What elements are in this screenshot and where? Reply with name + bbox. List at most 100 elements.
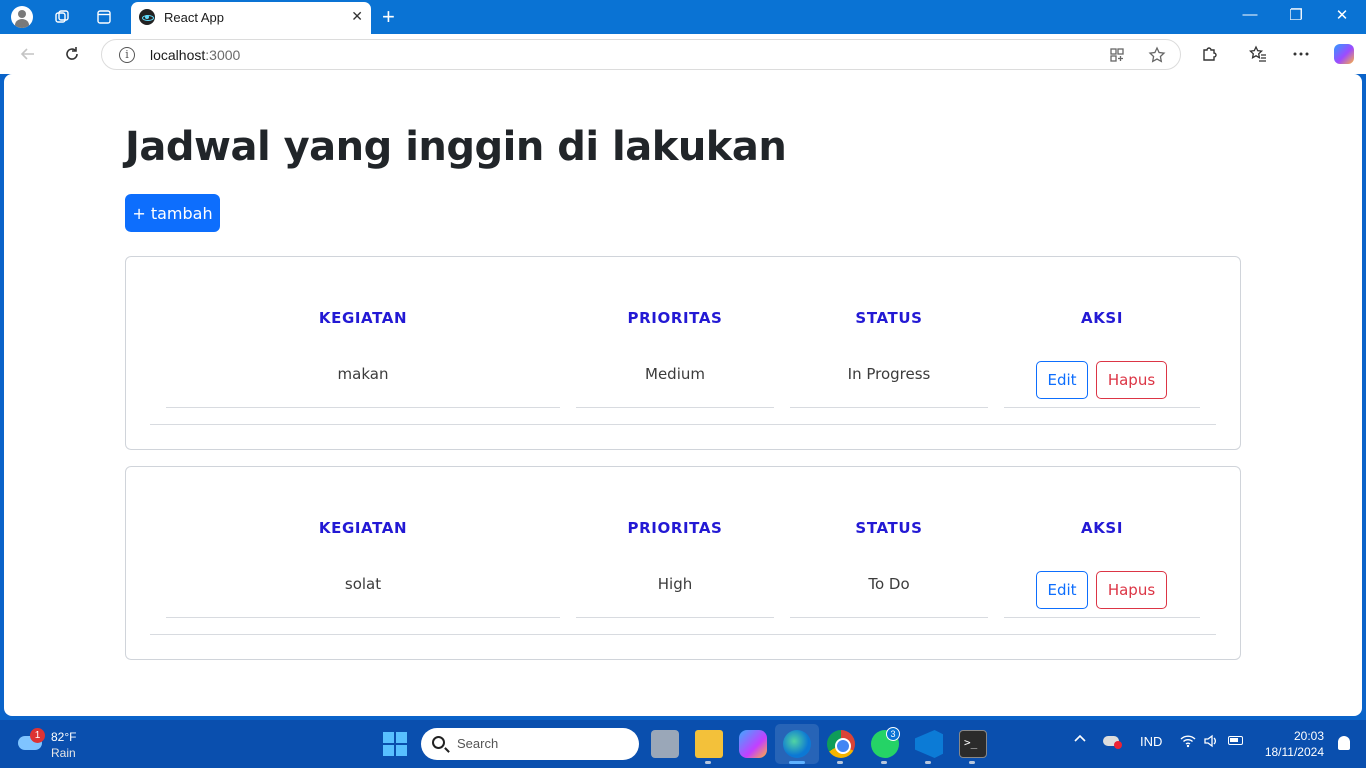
minimize-button[interactable]: — [1230, 6, 1270, 23]
navigation-bar: i localhost:3000 [0, 34, 1366, 74]
profile-icon [11, 6, 33, 28]
running-indicator [705, 761, 711, 764]
row-divider [790, 617, 988, 618]
schedule-card: KEGIATAN PRIORITAS STATUS AKSI makan Med… [125, 256, 1241, 450]
running-indicator [789, 761, 805, 764]
workspaces-button[interactable] [50, 5, 74, 29]
show-hidden-icons-button[interactable] [1073, 732, 1087, 749]
language-indicator[interactable]: IND [1140, 734, 1162, 749]
delete-button[interactable]: Hapus [1096, 571, 1167, 609]
running-indicator [837, 761, 843, 764]
edit-button[interactable]: Edit [1036, 361, 1088, 399]
weather-widget[interactable]: 1 82°F Rain [18, 728, 108, 762]
star-icon [1148, 46, 1166, 63]
weather-description: Rain [51, 746, 76, 760]
file-explorer-icon[interactable] [695, 730, 723, 758]
column-header-aksi: AKSI [1080, 519, 1124, 537]
edge-icon[interactable] [783, 730, 811, 758]
info-icon[interactable]: i [119, 47, 135, 63]
schedule-card: KEGIATAN PRIORITAS STATUS AKSI solat Hig… [125, 466, 1241, 660]
table-bottom-border [150, 634, 1216, 635]
new-tab-button[interactable]: + [382, 4, 395, 30]
taskbar: 1 82°F Rain Search 3 IND 20:03 18/11/202… [0, 720, 1366, 768]
cell-prioritas: High [657, 575, 693, 593]
running-indicator [969, 761, 975, 764]
url-text[interactable]: localhost:3000 [150, 47, 240, 63]
more-button[interactable] [1290, 43, 1312, 65]
terminal-icon[interactable] [959, 730, 987, 758]
close-window-button[interactable]: ✕ [1322, 6, 1362, 24]
workspaces-icon [55, 10, 69, 23]
row-divider [576, 617, 774, 618]
search-icon [432, 736, 445, 749]
onedrive-status[interactable] [1103, 736, 1122, 749]
column-header-kegiatan: KEGIATAN [318, 519, 408, 537]
tab-actions-icon [97, 10, 111, 24]
react-icon [139, 9, 155, 25]
cell-status: To Do [868, 575, 910, 593]
edit-button[interactable]: Edit [1036, 571, 1088, 609]
extensions-button[interactable] [1198, 43, 1220, 65]
table-bottom-border [150, 424, 1216, 425]
cell-status: In Progress [847, 365, 931, 383]
back-button[interactable] [17, 43, 39, 65]
taskbar-search[interactable]: Search [421, 728, 639, 760]
row-divider [166, 407, 560, 408]
profile-button[interactable] [10, 5, 34, 29]
app-available-button[interactable] [1106, 44, 1128, 66]
task-view-icon[interactable] [651, 730, 679, 758]
refresh-icon [66, 47, 78, 60]
arrow-left-icon [20, 48, 34, 60]
column-header-status: STATUS [855, 309, 923, 327]
ellipsis-icon [1293, 52, 1309, 56]
column-header-aksi: AKSI [1080, 309, 1124, 327]
column-header-prioritas: PRIORITAS [627, 309, 723, 327]
row-divider [1004, 617, 1200, 618]
volume-icon[interactable] [1203, 734, 1219, 751]
copilot-button[interactable] [1333, 43, 1355, 65]
row-divider [1004, 407, 1200, 408]
start-button[interactable] [383, 732, 407, 756]
title-bar: React App ✕ + — ❐ ✕ [0, 0, 1366, 34]
tab-actions-button[interactable] [92, 5, 116, 29]
temperature: 82°F [51, 730, 77, 744]
notification-bell-icon[interactable] [1338, 736, 1350, 750]
search-placeholder: Search [457, 736, 499, 751]
favorite-button[interactable] [1146, 44, 1168, 66]
delete-button[interactable]: Hapus [1096, 361, 1167, 399]
address-bar[interactable]: i localhost:3000 [101, 39, 1181, 70]
date: 18/11/2024 [1264, 745, 1324, 759]
vscode-icon[interactable] [915, 730, 943, 758]
refresh-button[interactable] [61, 43, 83, 65]
restore-button[interactable]: ❐ [1276, 6, 1316, 24]
battery-icon[interactable] [1228, 736, 1243, 745]
column-header-kegiatan: KEGIATAN [318, 309, 408, 327]
favorites-icon [1249, 45, 1266, 62]
running-indicator [925, 761, 931, 764]
windows-logo-icon [383, 732, 394, 743]
copilot-app-icon[interactable] [739, 730, 767, 758]
clock[interactable]: 20:03 18/11/2024 [1265, 728, 1324, 760]
row-divider [790, 407, 988, 408]
apps-icon [1110, 48, 1124, 62]
page-viewport: Jadwal yang inggin di lakukan + tambah K… [4, 74, 1362, 716]
tab-title: React App [164, 10, 224, 25]
close-tab-icon[interactable]: ✕ [351, 8, 363, 25]
chrome-icon[interactable] [827, 730, 855, 758]
column-header-prioritas: PRIORITAS [627, 519, 723, 537]
chevron-up-icon [1074, 734, 1086, 742]
copilot-icon [1334, 44, 1354, 64]
weather-badge: 1 [30, 728, 45, 743]
wifi-icon[interactable] [1180, 734, 1196, 751]
row-divider [166, 617, 560, 618]
whatsapp-badge: 3 [886, 727, 900, 741]
cell-kegiatan: makan [337, 365, 389, 383]
page-title: Jadwal yang inggin di lakukan [125, 124, 787, 170]
cloud-error-icon [1103, 736, 1122, 749]
cell-prioritas: Medium [645, 365, 705, 383]
add-schedule-button[interactable]: + tambah [125, 194, 220, 232]
running-indicator [881, 761, 887, 764]
favorites-button[interactable] [1247, 43, 1269, 65]
row-divider [576, 407, 774, 408]
browser-tab[interactable]: React App ✕ [131, 2, 371, 34]
